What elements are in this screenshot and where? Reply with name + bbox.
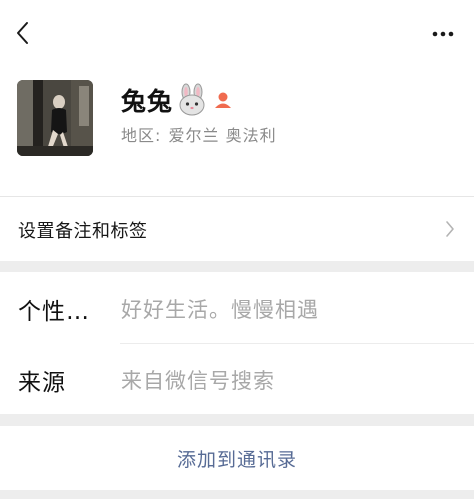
info-section: 个性… 好好生活。慢慢相遇 来源 来自微信号搜索 [0, 272, 474, 414]
remark-row-label: 设置备注和标签 [18, 221, 148, 242]
source-label: 来源 [18, 370, 66, 396]
more-button[interactable] [430, 20, 460, 44]
avatar[interactable] [17, 80, 93, 156]
add-to-contacts-button[interactable]: 添加到通讯录 [0, 426, 474, 490]
female-gender-icon [215, 92, 232, 108]
bunny-emoji-icon [179, 83, 205, 116]
chevron-right-icon [446, 221, 454, 237]
profile-card: 兔兔 地区: 爱尔兰 奥法利 [0, 62, 474, 196]
region-value: 爱尔兰 奥法利 [168, 126, 277, 145]
signature-label: 个性… [18, 299, 90, 325]
back-button[interactable] [8, 16, 38, 50]
region-label: 地区: [121, 126, 162, 145]
avatar-photo-icon [17, 80, 93, 156]
add-contact-section: 添加到通讯录 [0, 426, 474, 490]
source-row: 来源 来自微信号搜索 [0, 343, 474, 414]
signature-value: 好好生活。慢慢相遇 [121, 298, 319, 322]
top-bar [0, 0, 474, 62]
more-dots-icon [432, 31, 454, 37]
name-row: 兔兔 [121, 82, 233, 118]
chevron-left-icon [17, 22, 28, 44]
source-value: 来自微信号搜索 [121, 369, 275, 393]
contact-name: 兔兔 [121, 87, 174, 116]
signature-row: 个性… 好好生活。慢慢相遇 [0, 272, 474, 343]
set-remark-and-tags-row[interactable]: 设置备注和标签 [0, 197, 474, 261]
region-line: 地区: 爱尔兰 奥法利 [121, 122, 277, 146]
